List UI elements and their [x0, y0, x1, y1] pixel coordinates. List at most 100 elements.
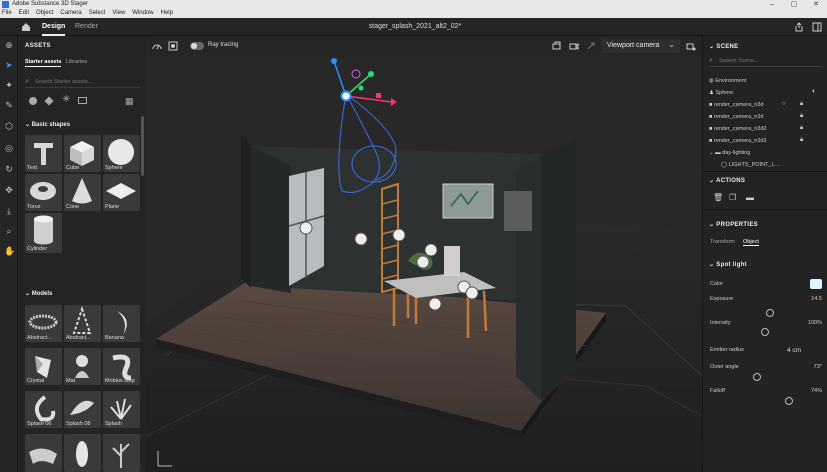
- tab-starter-assets[interactable]: Starter assets: [25, 59, 62, 67]
- materials-filter-icon[interactable]: [29, 97, 37, 105]
- pan-icon[interactable]: ✋: [4, 246, 15, 256]
- tab-transform[interactable]: Transform: [710, 239, 735, 245]
- home-icon[interactable]: [21, 22, 31, 32]
- scene-search-input[interactable]: Search Scene...: [719, 58, 758, 64]
- magic-wand-icon[interactable]: ✦: [4, 80, 14, 90]
- camera-dropdown[interactable]: Viewport camera ⌄: [602, 39, 680, 53]
- ray-tracing-toggle[interactable]: [190, 42, 204, 50]
- shape-torus[interactable]: Torus: [25, 174, 62, 211]
- camera-add-icon[interactable]: [569, 41, 579, 51]
- menu-view[interactable]: View: [112, 9, 125, 18]
- model-mat[interactable]: Mat: [64, 348, 101, 385]
- tab-render[interactable]: Render: [75, 18, 98, 36]
- model-splash-06[interactable]: Splash 06: [25, 391, 62, 428]
- delete-icon[interactable]: 🗑︎: [713, 193, 723, 202]
- lock-icon[interactable]: 🔒︎: [800, 101, 803, 108]
- scene-item-environment[interactable]: ◍ Environment: [709, 76, 746, 86]
- model-thumb-row4-2[interactable]: [64, 434, 101, 472]
- images-filter-icon[interactable]: [78, 97, 87, 104]
- cube-tool-icon[interactable]: ⬡: [4, 121, 14, 131]
- falloff-value[interactable]: 74%: [811, 388, 822, 394]
- share-icon[interactable]: [794, 22, 804, 32]
- scene-item-camera-4[interactable]: ■ render_camera_n3d3: [709, 136, 766, 146]
- add-icon[interactable]: ⊕: [4, 40, 14, 50]
- intensity-slider-knob[interactable]: [761, 328, 769, 336]
- assets-search[interactable]: ⌕ Search Starter assets...: [25, 77, 140, 88]
- models-header[interactable]: ⌄ Models: [25, 290, 52, 297]
- exposure-slider-knob[interactable]: [766, 309, 774, 317]
- shape-plane[interactable]: Plane: [103, 174, 140, 211]
- menu-select[interactable]: Select: [89, 9, 106, 18]
- maximize-button[interactable]: ▢: [783, 0, 805, 9]
- scene-search[interactable]: ⌕ Search Scene...: [709, 57, 821, 67]
- shape-cube[interactable]: Cube: [64, 135, 101, 172]
- scene-item-camera-3[interactable]: ■ render_camera_n3d2: [709, 124, 766, 134]
- lock-icon[interactable]: 🔒︎: [800, 113, 803, 120]
- exposure-value[interactable]: 14.5: [811, 296, 822, 302]
- move-icon[interactable]: ✥: [4, 185, 14, 195]
- model-abstract-2[interactable]: Abstract...: [64, 305, 101, 342]
- assets-scrollbar[interactable]: [141, 116, 144, 176]
- model-splash[interactable]: Splash: [103, 391, 140, 428]
- intensity-value[interactable]: 100%: [808, 320, 822, 326]
- active-camera-icon[interactable]: ○: [782, 101, 786, 107]
- camera-settings-icon[interactable]: [686, 41, 696, 51]
- outer-angle-value[interactable]: 73°: [814, 364, 822, 370]
- select-tool-icon[interactable]: ➤: [4, 60, 14, 70]
- panel-toggle-icon[interactable]: [812, 22, 822, 32]
- paint-icon[interactable]: ✎: [4, 100, 14, 110]
- grid-view-icon[interactable]: ▦: [125, 96, 134, 107]
- drop-to-floor-icon[interactable]: ⤓: [4, 206, 14, 216]
- scene-item-camera-2[interactable]: ■ render_camera_n3d: [709, 112, 763, 122]
- shape-cylinder[interactable]: Cylinder: [25, 213, 62, 253]
- menu-file[interactable]: File: [2, 9, 12, 18]
- menu-object[interactable]: Object: [36, 9, 53, 18]
- tab-libraries[interactable]: Libraries: [66, 59, 87, 65]
- menu-camera[interactable]: Camera: [60, 9, 81, 18]
- model-abstract-1[interactable]: Abstract...: [25, 305, 62, 342]
- model-thumb-row4-1[interactable]: [25, 434, 62, 472]
- lights-filter-icon[interactable]: ✳: [62, 94, 70, 105]
- models-filter-icon[interactable]: [44, 96, 54, 106]
- group-icon[interactable]: ▬: [746, 193, 754, 202]
- zoom-icon[interactable]: ⌕: [4, 226, 14, 236]
- exposure-slider[interactable]: [710, 309, 820, 317]
- menu-edit[interactable]: Edit: [19, 9, 29, 18]
- render-settings-icon[interactable]: [168, 41, 178, 51]
- menu-help[interactable]: Help: [161, 9, 173, 18]
- outer-angle-slider[interactable]: [710, 373, 820, 381]
- tab-object[interactable]: Object: [743, 239, 759, 246]
- scene-item-point-light[interactable]: ◯ LIGHTS_POINT_L...: [721, 160, 779, 170]
- lock-icon[interactable]: 🔒︎: [800, 125, 803, 132]
- shape-sphere[interactable]: Sphere: [103, 135, 140, 172]
- color-swatch[interactable]: [810, 279, 822, 289]
- tab-design[interactable]: Design: [42, 18, 66, 36]
- falloff-slider[interactable]: [710, 397, 820, 405]
- scene-item-day-lighting[interactable]: ⌄ ▬ day-lighting: [709, 148, 750, 158]
- scene-header[interactable]: ⌄ SCENE: [709, 43, 738, 50]
- minimize-button[interactable]: –: [761, 0, 783, 9]
- falloff-slider-knob[interactable]: [785, 397, 793, 405]
- camera-bookmark-icon[interactable]: [552, 41, 562, 51]
- model-splash-08[interactable]: Splash 08: [64, 391, 101, 428]
- camera-tool-icon[interactable]: ◎: [4, 143, 14, 153]
- camera-link-icon[interactable]: [586, 41, 596, 51]
- spot-light-section-header[interactable]: ⌄ Spot light: [709, 261, 747, 268]
- viewport[interactable]: Ray tracing Viewport camera ⌄: [146, 36, 702, 472]
- model-mobius-strip[interactable]: Mobius strip: [103, 348, 140, 385]
- model-banana[interactable]: Banana: [103, 305, 140, 342]
- scene-item-sphere[interactable]: ♟ Sphere: [709, 88, 733, 98]
- outer-angle-slider-knob[interactable]: [753, 373, 761, 381]
- scene-item-camera-1[interactable]: ■ render_camera_n3d: [709, 100, 763, 110]
- orbit-icon[interactable]: ↻: [4, 164, 14, 174]
- assets-search-input[interactable]: Search Starter assets...: [35, 79, 92, 85]
- menu-window[interactable]: Window: [132, 9, 153, 18]
- emitter-radius-value[interactable]: 4 cm: [787, 347, 801, 354]
- close-button[interactable]: ✕: [805, 0, 827, 9]
- model-thumb-row4-3[interactable]: [103, 434, 140, 472]
- gauge-icon[interactable]: [152, 41, 162, 51]
- hide-icon[interactable]: ◐: [812, 88, 816, 95]
- intensity-slider[interactable]: [710, 328, 820, 336]
- shape-cone[interactable]: Cone: [64, 174, 101, 211]
- duplicate-icon[interactable]: ❐: [729, 193, 736, 202]
